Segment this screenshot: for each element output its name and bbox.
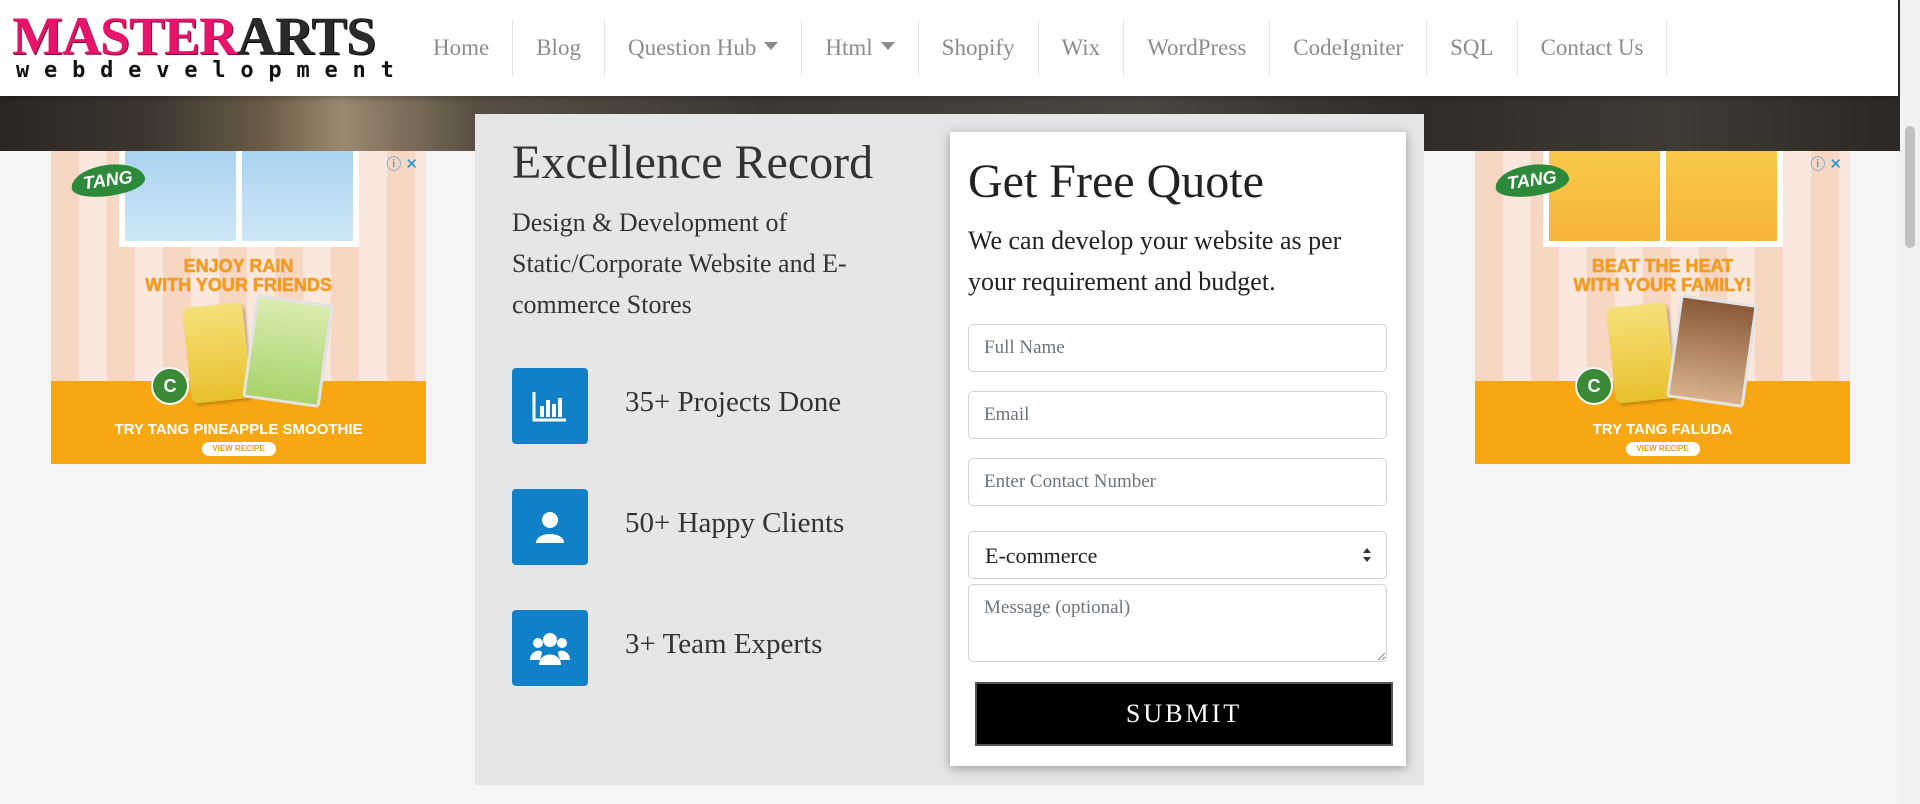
ad-drink-image: [242, 294, 334, 408]
nav-html[interactable]: Html: [802, 20, 919, 76]
ad-window-image: [1543, 151, 1783, 247]
stat-label: 50+ Happy Clients: [625, 507, 845, 539]
nav-question-hub[interactable]: Question Hub: [605, 20, 803, 76]
caret-down-icon: [880, 42, 895, 50]
resize-handle-icon[interactable]: [1376, 651, 1386, 661]
ad-headline-line1: ENJOY RAIN: [183, 256, 294, 276]
ad-product-pack: [182, 302, 252, 404]
nav-contact-us[interactable]: Contact Us: [1518, 20, 1668, 76]
caret-down-icon: [764, 42, 779, 50]
ad-headline: BEAT THE HEAT WITH YOUR FAMILY!: [1475, 257, 1850, 295]
ad-drink-image: [1666, 294, 1758, 408]
site-logo[interactable]: MASTERARTS webdevelopment: [12, 6, 394, 86]
close-icon: ✕: [405, 156, 418, 173]
email-input[interactable]: [968, 391, 1387, 439]
nav-label: Home: [433, 35, 490, 60]
user-icon: [512, 489, 588, 565]
logo-part-master: MASTER: [12, 6, 238, 66]
service-select-value: E-commerce: [985, 543, 1098, 568]
bar-chart-icon: [512, 368, 588, 444]
ad-view-recipe-button[interactable]: VIEW RECIPE: [201, 442, 276, 456]
ad-window-image: [119, 151, 359, 247]
nav-label: CodeIgniter: [1293, 35, 1404, 60]
info-icon: ⓘ: [1810, 156, 1826, 173]
page-scrollbar[interactable]: [1900, 0, 1920, 804]
excellence-description: Design & Development of Static/Corporate…: [512, 208, 847, 319]
quote-form-card: Get Free Quote We can develop your websi…: [950, 132, 1406, 766]
stat-clients: 50+ Happy Clients: [512, 489, 912, 565]
excellence-title: Excellence Record: [512, 136, 874, 189]
ad-info-icon[interactable]: ⓘ ✕: [1810, 153, 1842, 174]
ad-headline-line2: WITH YOUR FAMILY!: [1573, 275, 1752, 295]
nav-label: Shopify: [941, 35, 1015, 60]
service-select[interactable]: E-commerce: [968, 531, 1387, 579]
select-arrows-icon: [1363, 548, 1371, 562]
nav-label: Question Hub: [627, 35, 757, 60]
ad-vitamin-badge: C: [1575, 367, 1613, 405]
nav-label: Html: [825, 35, 873, 60]
nav-wordpress[interactable]: WordPress: [1124, 20, 1271, 76]
message-textarea[interactable]: [968, 584, 1387, 662]
users-icon: [512, 610, 588, 686]
stat-label: 35+ Projects Done: [625, 386, 842, 418]
ad-headline-line2: WITH YOUR FRIENDS: [145, 275, 332, 295]
logo-wordmark: MASTERARTS: [12, 6, 376, 66]
ad-banner-left[interactable]: TANG ⓘ ✕ ENJOY RAIN WITH YOUR FRIENDS C T…: [51, 151, 426, 464]
nav-label: Contact Us: [1540, 35, 1644, 60]
stat-projects: 35+ Projects Done: [512, 368, 912, 444]
ad-cta-text: TRY TANG PINEAPPLE SMOOTHIE: [114, 421, 363, 438]
main-nav: Home Blog Question Hub Html Shopify Wix …: [410, 20, 1668, 76]
logo-part-arts: ARTS: [237, 6, 376, 66]
nav-blog[interactable]: Blog: [513, 20, 605, 76]
logo-tagline: webdevelopment: [16, 58, 409, 83]
nav-home[interactable]: Home: [410, 20, 514, 76]
nav-wix[interactable]: Wix: [1039, 20, 1125, 76]
nav-label: SQL: [1450, 35, 1494, 60]
nav-codeigniter[interactable]: CodeIgniter: [1270, 20, 1428, 76]
nav-sql[interactable]: SQL: [1427, 20, 1518, 76]
ad-product-pack: [1606, 302, 1676, 404]
quote-description: We can develop your website as per your …: [968, 226, 1342, 296]
full-name-input[interactable]: [968, 324, 1387, 372]
close-icon: ✕: [1829, 156, 1842, 173]
stat-label: 3+ Team Experts: [625, 628, 823, 660]
nav-shopify[interactable]: Shopify: [919, 20, 1039, 76]
ad-headline-line1: BEAT THE HEAT: [1591, 256, 1734, 276]
stat-team: 3+ Team Experts: [512, 610, 912, 686]
scrollbar-thumb[interactable]: [1905, 126, 1915, 248]
nav-label: Wix: [1061, 35, 1101, 60]
nav-label: WordPress: [1147, 35, 1247, 60]
info-icon: ⓘ: [386, 156, 402, 173]
contact-number-input[interactable]: [968, 458, 1387, 506]
ad-headline: ENJOY RAIN WITH YOUR FRIENDS: [51, 257, 426, 295]
ad-view-recipe-button[interactable]: VIEW RECIPE: [1625, 442, 1700, 456]
ad-vitamin-badge: C: [151, 367, 189, 405]
top-navbar: MASTERARTS webdevelopment Home Blog Ques…: [0, 0, 1898, 96]
nav-label: Blog: [536, 35, 581, 60]
ad-banner-right[interactable]: TANG ⓘ ✕ BEAT THE HEAT WITH YOUR FAMILY! …: [1475, 151, 1850, 464]
ad-cta-text: TRY TANG FALUDA: [1592, 421, 1733, 438]
quote-title: Get Free Quote: [968, 155, 1264, 208]
ad-info-icon[interactable]: ⓘ ✕: [386, 153, 418, 174]
submit-button[interactable]: SUBMIT: [975, 682, 1393, 746]
